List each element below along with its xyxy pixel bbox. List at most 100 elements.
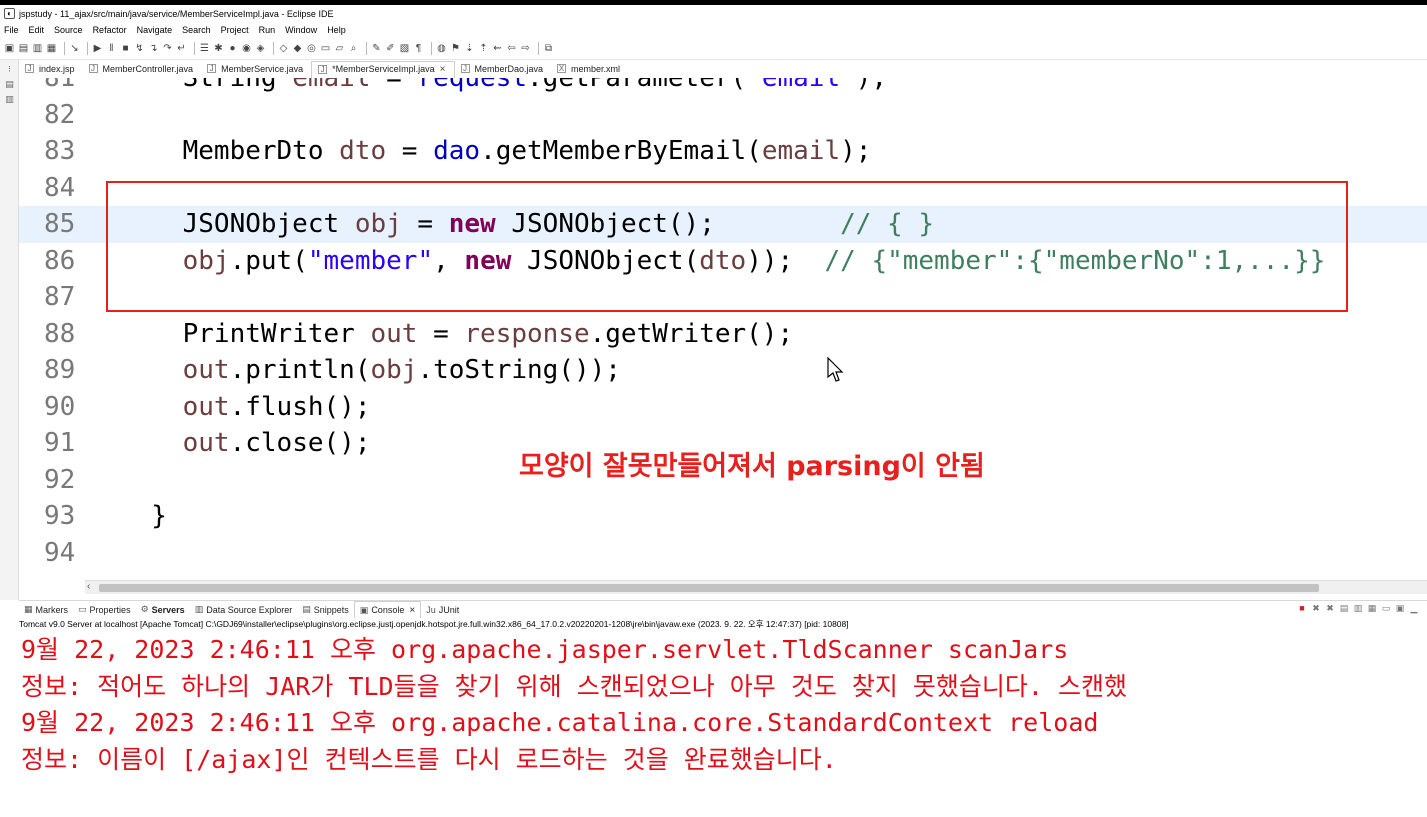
java-file-icon: J — [460, 64, 470, 73]
tab-member-dao[interactable]: J MemberDao.java — [455, 61, 552, 78]
menu-help[interactable]: Help — [327, 25, 346, 35]
tab-member-xml[interactable]: X member.xml — [551, 61, 628, 78]
step-return-icon[interactable]: ↵ — [176, 42, 187, 56]
save-all-icon[interactable]: ▥ — [32, 42, 43, 56]
word-wrap-icon[interactable]: ▥ — [1351, 603, 1365, 614]
next-annotation-icon[interactable]: ⇣ — [464, 42, 475, 56]
tab-member-service-impl[interactable]: J *MemberServiceImpl.java × — [311, 61, 455, 78]
open-type-icon[interactable]: ▱ — [334, 42, 345, 56]
menu-project[interactable]: Project — [221, 25, 249, 35]
annotation-icon[interactable]: ⚑ — [450, 42, 461, 56]
horizontal-scrollbar[interactable]: ‹ — [85, 580, 1427, 594]
tab-data-source-explorer[interactable]: ▥ Data Source Explorer — [190, 601, 298, 618]
console-process-header: Tomcat v9.0 Server at localhost [Apache … — [19, 619, 849, 629]
run-icon[interactable]: ● — [227, 42, 238, 56]
coverage-icon[interactable]: ◉ — [241, 42, 252, 56]
highlight-box — [106, 181, 1348, 312]
skip-breakpoints-icon[interactable]: ↘ — [69, 42, 80, 56]
pin-console-icon[interactable]: ▦ — [1365, 603, 1379, 614]
tab-label: Properties — [89, 604, 131, 615]
terminate-icon[interactable]: ■ — [1295, 603, 1309, 614]
tab-index-jsp[interactable]: J index.jsp — [19, 61, 83, 78]
scroll-left-icon[interactable]: ‹ — [87, 581, 90, 592]
code-line[interactable]: 90 out.flush(); — [19, 389, 1427, 426]
globe-icon[interactable]: ◍ — [436, 42, 447, 56]
line-number: 93 — [44, 501, 76, 531]
pin-icon[interactable]: ✎ — [371, 42, 382, 56]
step-over-icon[interactable]: ↷ — [162, 42, 173, 56]
window-title: jspstudy - 11_ajax/src/main/java/service… — [19, 8, 334, 19]
tab-junit[interactable]: Ju JUnit — [421, 601, 464, 618]
menu-window[interactable]: Window — [285, 25, 317, 35]
package-explorer-icon[interactable]: ▤ — [0, 79, 19, 90]
save-icon[interactable]: ▤ — [18, 42, 29, 56]
code-line[interactable]: 93 } — [19, 498, 1427, 535]
code-editor[interactable]: 81 String email = request.getParameter("… — [19, 78, 1427, 578]
step-into-icon[interactable]: ↴ — [148, 42, 159, 56]
tab-console[interactable]: ▣ Console × — [353, 601, 422, 618]
display-console-icon[interactable]: ▭ — [1379, 603, 1393, 614]
new-class-icon[interactable]: ◎ — [306, 42, 317, 56]
remove-all-icon[interactable]: ✖ — [1323, 603, 1337, 614]
tab-properties[interactable]: ▭ Properties — [73, 601, 136, 618]
console-line: 정보: 이름이 [/ajax]인 컨텍스트를 다시 로드하는 것을 완료했습니다… — [21, 744, 837, 774]
code-text: PrintWriter out = response.getWriter(); — [120, 318, 794, 349]
menu-source[interactable]: Source — [54, 25, 83, 35]
scroll-lock-icon[interactable]: ▤ — [1337, 603, 1351, 614]
navigator-icon[interactable]: ▥ — [0, 94, 19, 105]
menu-run[interactable]: Run — [259, 25, 276, 35]
java-file-icon: J — [88, 64, 98, 73]
scrollbar-thumb[interactable] — [99, 584, 1319, 592]
tab-member-controller[interactable]: J MemberController.java — [83, 61, 202, 78]
code-line[interactable]: 89 out.println(obj.toString()); — [19, 352, 1427, 389]
minimize-icon[interactable]: ▁ — [1407, 603, 1421, 614]
tab-markers[interactable]: ▦ Markers — [19, 601, 73, 618]
debug-icon[interactable]: ✱ — [213, 42, 224, 56]
code-line[interactable]: 82 — [19, 97, 1427, 134]
tab-snippets[interactable]: ▤ Snippets — [297, 601, 354, 618]
previous-annotation-icon[interactable]: ⇡ — [478, 42, 489, 56]
forward-icon[interactable]: ⇨ — [520, 42, 531, 56]
print-icon[interactable]: ▦ — [46, 42, 57, 56]
tab-member-service[interactable]: J MemberService.java — [201, 61, 311, 78]
open-folder-icon[interactable]: ▭ — [320, 42, 331, 56]
external-tools-icon[interactable]: ◈ — [255, 42, 266, 56]
remove-launch-icon[interactable]: ✖ — [1309, 603, 1323, 614]
last-edit-icon[interactable]: ⇜ — [492, 42, 503, 56]
new-package-icon[interactable]: ◆ — [292, 42, 303, 56]
close-icon[interactable]: × — [440, 64, 446, 75]
tab-servers[interactable]: ⚙ Servers — [136, 601, 190, 618]
disconnect-icon[interactable]: ↯ — [134, 42, 145, 56]
new-icon[interactable]: ▣ — [4, 42, 15, 56]
block-selection-icon[interactable]: ▧ — [399, 42, 410, 56]
menu-search[interactable]: Search — [182, 25, 211, 35]
tab-label: member.xml — [571, 63, 621, 74]
menu-file[interactable]: File — [4, 25, 19, 35]
show-whitespace-icon[interactable]: ¶ — [413, 42, 424, 56]
new-java-project-icon[interactable]: ◇ — [278, 42, 289, 56]
open-console-icon[interactable]: ▣ — [1393, 603, 1407, 614]
search-icon[interactable]: ⌕ — [348, 42, 359, 56]
open-perspective-icon[interactable]: ⧉ — [543, 42, 554, 56]
suspend-icon[interactable]: ‖ — [106, 42, 117, 56]
back-icon[interactable]: ⇦ — [506, 42, 517, 56]
menu-edit[interactable]: Edit — [29, 25, 45, 35]
restore-icon[interactable]: ⁝ — [0, 64, 19, 75]
console-output[interactable]: 9월 22, 2023 2:46:11 오후 org.apache.jasper… — [19, 632, 1427, 817]
java-file-icon: J — [207, 64, 217, 73]
menu-navigate[interactable]: Navigate — [137, 25, 173, 35]
close-icon[interactable]: × — [409, 605, 415, 616]
code-line[interactable]: 94 — [19, 535, 1427, 572]
server-icon[interactable]: ☰ — [199, 42, 210, 56]
tab-label: MemberDao.java — [474, 63, 544, 74]
code-line[interactable]: 81 String email = request.getParameter("… — [19, 78, 1427, 97]
line-number: 91 — [44, 428, 76, 458]
code-line[interactable]: 83 MemberDto dto = dao.getMemberByEmail(… — [19, 133, 1427, 170]
resume-icon[interactable]: ▶ — [92, 42, 103, 56]
menu-refactor[interactable]: Refactor — [93, 25, 127, 35]
console-line: 9월 22, 2023 2:46:11 오후 org.apache.catali… — [21, 708, 1099, 737]
mark-occurrences-icon[interactable]: ✐ — [385, 42, 396, 56]
xml-file-icon: X — [557, 64, 567, 73]
code-line[interactable]: 88 PrintWriter out = response.getWriter(… — [19, 316, 1427, 353]
terminate-icon[interactable]: ■ — [120, 42, 131, 56]
